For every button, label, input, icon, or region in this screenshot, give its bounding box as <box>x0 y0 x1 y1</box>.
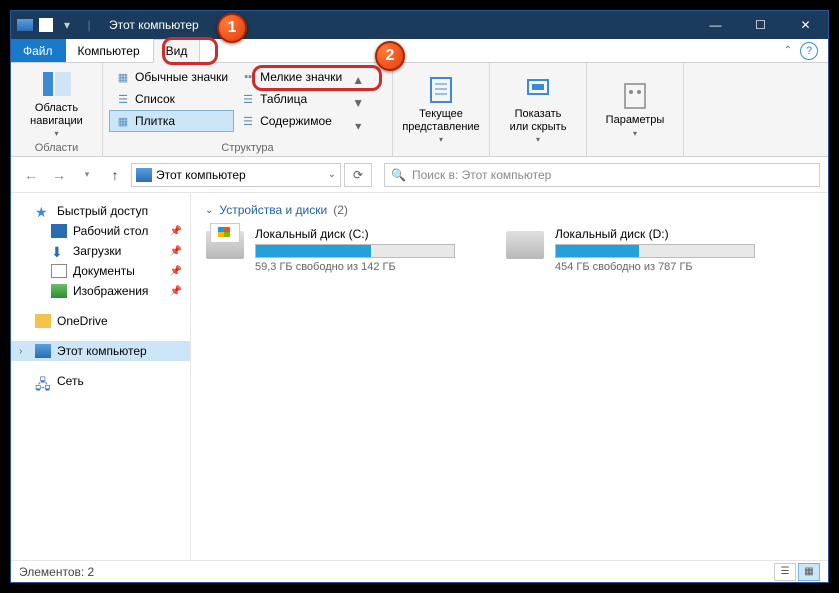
sidebar-quick-access[interactable]: ★ Быстрый доступ <box>11 201 190 221</box>
tab-computer[interactable]: Компьютер <box>66 39 153 62</box>
navigation-pane-button[interactable]: Область навигации <box>17 66 96 140</box>
ribbon-tabs: Файл Компьютер Вид ⌃ ? <box>11 39 828 63</box>
maximize-button[interactable]: ☐ <box>738 11 783 39</box>
recent-locations-button[interactable]: ▾ <box>75 163 99 187</box>
view-details-button[interactable]: ☰ <box>774 563 796 581</box>
forward-button[interactable]: → <box>47 163 71 187</box>
pin-icon: 📌 <box>170 266 182 277</box>
status-item-count: Элементов: 2 <box>19 565 94 579</box>
show-hide-icon <box>522 74 554 106</box>
search-input[interactable]: 🔍 Поиск в: Этот компьютер <box>384 163 820 187</box>
pictures-icon <box>51 284 67 298</box>
download-icon: ⬇ <box>51 244 67 258</box>
layout-small-icons[interactable]: ▪▪Мелкие значки <box>234 66 348 88</box>
address-dropdown-icon[interactable]: ⌄ <box>328 169 336 180</box>
tab-file[interactable]: Файл <box>11 39 66 62</box>
back-button[interactable]: ← <box>19 163 43 187</box>
up-button[interactable]: ↑ <box>103 163 127 187</box>
system-drive-icon <box>206 231 244 259</box>
pin-icon: 📌 <box>170 246 182 257</box>
layout-medium-icons[interactable]: ▦Обычные значки <box>109 66 234 88</box>
address-text: Этот компьютер <box>156 168 324 182</box>
layout-list[interactable]: ☰Список <box>109 88 234 110</box>
current-view-button[interactable]: Текущее представление <box>399 66 483 152</box>
sidebar-network[interactable]: 🖧Сеть <box>11 371 190 391</box>
this-pc-icon <box>136 168 152 182</box>
gallery-more-icon[interactable]: ▾ <box>355 119 361 133</box>
star-icon: ★ <box>35 204 51 218</box>
layout-content[interactable]: ☰Содержимое <box>234 110 348 132</box>
tab-view[interactable]: Вид <box>153 39 201 63</box>
search-placeholder: Поиск в: Этот компьютер <box>412 168 551 182</box>
pin-icon: 📌 <box>170 286 182 297</box>
layout-tiles[interactable]: ▦Плитка <box>109 110 234 132</box>
sidebar-this-pc[interactable]: ›Этот компьютер <box>11 341 190 361</box>
pc-icon <box>35 344 51 358</box>
address-bar-row: ← → ▾ ↑ Этот компьютер ⌄ ⟳ 🔍 Поиск в: Эт… <box>11 157 828 193</box>
qat-item-2[interactable]: ▾ <box>59 17 75 33</box>
view-icons-button[interactable]: ▦ <box>798 563 820 581</box>
body: ★ Быстрый доступ Рабочий стол📌 ⬇Загрузки… <box>11 193 828 560</box>
pin-icon: 📌 <box>170 226 182 237</box>
options-button[interactable]: Параметры ▾ <box>593 66 677 152</box>
address-bar[interactable]: Этот компьютер ⌄ <box>131 163 341 187</box>
help-icon[interactable]: ? <box>800 42 818 60</box>
layout-gallery: ▦Обычные значки ▪▪Мелкие значки ☰Список … <box>109 66 348 140</box>
ribbon: Область навигации Области ▦Обычные значк… <box>11 63 828 157</box>
sidebar-pictures[interactable]: Изображения📌 <box>11 281 190 301</box>
drive-d[interactable]: Локальный диск (D:) 454 ГБ свободно из 7… <box>505 227 765 273</box>
system-menu-icon[interactable] <box>17 17 33 33</box>
sidebar-downloads[interactable]: ⬇Загрузки📌 <box>11 241 190 261</box>
chevron-down-icon: ⌄ <box>205 205 213 216</box>
status-bar: Элементов: 2 ☰ ▦ <box>11 560 828 582</box>
qat-separator: | <box>81 17 97 33</box>
layout-table[interactable]: ☰Таблица <box>234 88 348 110</box>
usage-bar <box>555 244 755 258</box>
navigation-pane-icon <box>41 68 73 100</box>
explorer-window: ▾ | Этот компьютер ― ☐ ✕ Файл Компьютер … <box>10 10 829 583</box>
options-icon <box>619 80 651 112</box>
network-icon: 🖧 <box>35 374 51 388</box>
window-title: Этот компьютер <box>103 18 199 32</box>
document-icon <box>51 264 67 278</box>
qat-item-1[interactable] <box>39 18 53 32</box>
sidebar-documents[interactable]: Документы📌 <box>11 261 190 281</box>
onedrive-icon <box>35 314 51 328</box>
show-hide-button[interactable]: Показать или скрыть <box>496 66 580 152</box>
drive-c[interactable]: Локальный диск (C:) 59,3 ГБ свободно из … <box>205 227 465 273</box>
titlebar: ▾ | Этот компьютер ― ☐ ✕ <box>11 11 828 39</box>
usage-bar <box>255 244 455 258</box>
drive-icon <box>506 231 544 259</box>
search-icon: 🔍 <box>391 168 406 182</box>
expand-icon[interactable]: › <box>19 346 22 357</box>
sidebar-onedrive[interactable]: OneDrive <box>11 311 190 331</box>
gallery-up-icon[interactable]: ▲ <box>352 73 364 87</box>
close-button[interactable]: ✕ <box>783 11 828 39</box>
minimize-button[interactable]: ― <box>693 11 738 39</box>
navigation-pane: ★ Быстрый доступ Рабочий стол📌 ⬇Загрузки… <box>11 193 191 560</box>
current-view-icon <box>425 74 457 106</box>
desktop-icon <box>51 224 67 238</box>
gallery-down-icon[interactable]: ▼ <box>352 96 364 110</box>
refresh-button[interactable]: ⟳ <box>344 163 372 187</box>
section-header[interactable]: ⌄ Устройства и диски (2) <box>205 203 814 217</box>
ribbon-collapse-icon[interactable]: ⌃ <box>784 45 792 56</box>
content-area: ⌄ Устройства и диски (2) Локальный диск … <box>191 193 828 560</box>
sidebar-desktop[interactable]: Рабочий стол📌 <box>11 221 190 241</box>
